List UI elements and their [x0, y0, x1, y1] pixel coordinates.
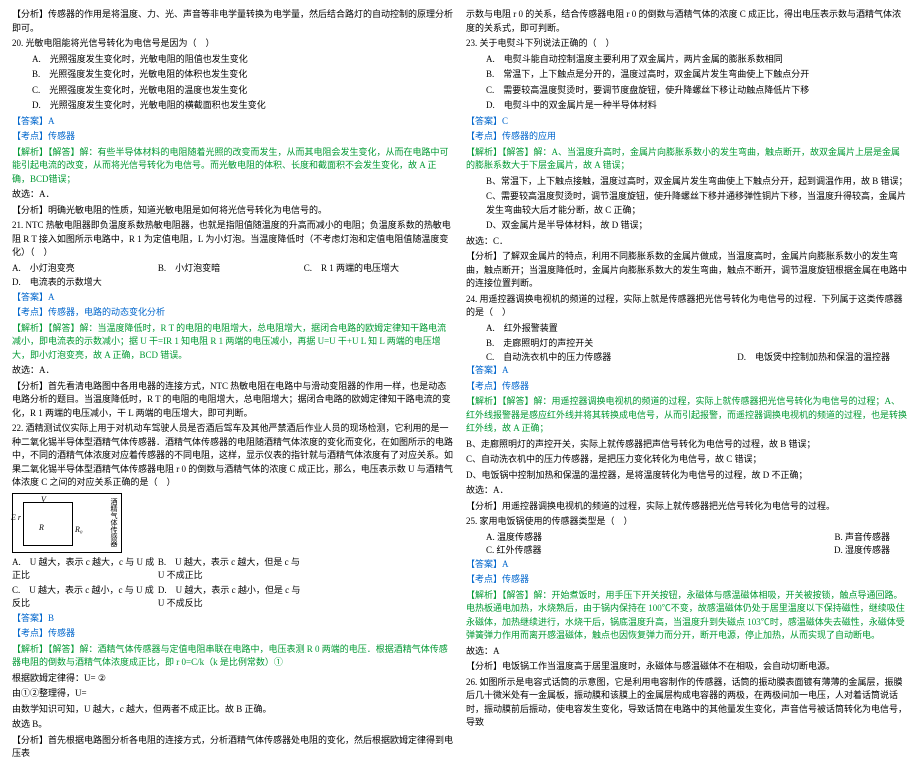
- q23-d: D、双金属片是半导体材料，故 D 错误；: [466, 219, 908, 233]
- q21-option-b: B. 小灯泡变暗: [158, 262, 304, 276]
- q23-option-a: A. 电熨斗能自动控制温度主要利用了双金属片，两片金属的膨胀系数相同: [466, 53, 908, 67]
- q24-row2: C. 自动洗衣机中的压力传感器 D. 电饭煲中控制加热和保温的温控器: [466, 351, 908, 365]
- q22-pick: 故选 B。: [12, 718, 454, 732]
- q24-summary: 【分析】用遥控器调换电视机的频道的过程，实际上就传感器把光信号转化为电信号的过程…: [466, 500, 908, 514]
- q24-option-c: C. 自动洗衣机中的压力传感器: [486, 351, 719, 365]
- q22-math: 由数学知识可知，U 越大，c 越大，但两者不成正比。故 B 正确。: [12, 703, 454, 717]
- q22-option-b: B. U 越大，表示 c 越大，但是 c 与 U 不成正比: [158, 556, 304, 583]
- q24-option-b: B. 走廊照明灯的声控开关: [486, 337, 593, 351]
- q22-stem: 22. 酒精测试仪实际上用于对机动车驾驶人员是否酒后驾车及其他严禁酒后作业人员的…: [12, 422, 454, 490]
- q24-explain: 【解析】【解答】解：用遥控器调换电视机的频道的过程，实际上就传感器把光信号转化为…: [466, 395, 908, 436]
- q21-summary: 【分析】首先看清电路图中各用电器的连接方式，NTC 热敏电阻在电路中与滑动变阻器…: [12, 380, 454, 421]
- q20-explain: 【解析】【解答】解：有些半导体材料的电阻随着光照的改变而发生，从而其电阻会发生变…: [12, 146, 454, 187]
- q20-summary: 【分析】明确光敏电阻的性质，知道光敏电阻是如何将光信号转化为电信号的。: [12, 204, 454, 218]
- q24-row: B. 走廊照明灯的声控开关: [466, 337, 908, 351]
- q20-kaodian: 【考点】传感器: [12, 130, 454, 144]
- q23-option-c: C. 需要较高温度熨烫时，要调节度盘旋钮，使升降螺丝下移让动触点降低片下移: [466, 84, 908, 98]
- q23-stem: 23. 关于电熨斗下列说法正确的（ ）: [466, 37, 908, 51]
- q23-b: B、常温下，上下触点接触，温度过高时，双金属片发生弯曲使上下触点分开，起到调温作…: [466, 175, 908, 189]
- q22-option-a: A. U 越大，表示 c 越大，c 与 U 成正比: [12, 556, 158, 583]
- q22-answer: 【答案】B: [12, 612, 454, 626]
- q24-kaodian: 【考点】传感器: [466, 380, 908, 394]
- q20-option-b: B. 光照强度发生变化时，光敏电阻的体积也发生变化: [12, 68, 454, 82]
- q24-stem: 24. 用遥控器调换电视机的频道的过程，实际上就是传感器把光信号转化为电信号的过…: [466, 293, 908, 320]
- q25-explain: 【解析】【解答】解：开始煮饭时，用手压下开关按钮，永磁体与感温磁体相吸，开关被按…: [466, 589, 908, 643]
- q25-summary: 【分析】电饭锅工作当温度高于居里温度时，永磁体与感温磁体不在相吸，会自动切断电源…: [466, 660, 908, 674]
- q22-sub: 由①②整理得，U=: [12, 687, 454, 701]
- q24-c: C、自动洗衣机中的压力传感器，是把压力变化转化为电信号，故 C 错误；: [466, 453, 908, 467]
- q21-answer: 【答案】A: [12, 291, 454, 305]
- q24-b: B、走廊照明灯的声控开关，实际上就传感器把声信号转化为电信号的过程，故 B 错误…: [466, 438, 908, 452]
- q20-pick: 故选：A．: [12, 188, 454, 202]
- q23-option-d: D. 电熨斗中的双金属片是一种半导体材料: [466, 99, 908, 113]
- q22-summary: 【分析】首先根据电路图分析各电阻的连接方式，分析酒精气体传感器处电阻的变化，然后…: [12, 734, 454, 761]
- q20-stem: 20. 光敏电阻能将光信号转化为电信号是因为（ ）: [12, 37, 454, 51]
- q22-option-d: D. U 越大，表示 c 越小，但是 c 与 U 不成反比: [158, 584, 304, 611]
- q25-row2: C. 红外传感器 D. 湿度传感器: [466, 544, 908, 558]
- q21-option-d: D. 电流表的示数增大: [12, 276, 158, 290]
- q22-options2: C. U 越大，表示 c 越小，c 与 U 成反比 D. U 越大，表示 c 越…: [12, 584, 454, 612]
- q25-stem: 25. 家用电饭锅使用的传感器类型是（ ）: [466, 515, 908, 529]
- q21-kaodian: 【考点】传感器，电路的动态变化分析: [12, 306, 454, 320]
- q20-option-c: C. 光照强度发生变化时，光敏电阻的温度也发生变化: [12, 84, 454, 98]
- q25-row1: A. 温度传感器 B. 声音传感器: [466, 531, 908, 545]
- q20-option-d: D. 光照强度发生变化时，光敏电阻的横截面积也发生变化: [12, 99, 454, 113]
- q23-kaodian: 【考点】传感器的应用: [466, 130, 908, 144]
- q24-answer: 【答案】A: [466, 364, 908, 378]
- q22-options: A. U 越大，表示 c 越大，c 与 U 成正比 B. U 越大，表示 c 越…: [12, 556, 454, 584]
- analysis-intro: 【分析】传感器的作用是将温度、力、光、声音等非电学量转换为电学量，然后结合路灯的…: [12, 8, 454, 35]
- q21-explain: 【解析】【解答】解：当温度降低时，R T 的电阻的电阻增大，总电阻增大，据闭合电…: [12, 322, 454, 363]
- q20-option-a: A. 光照强度发生变化时，光敏电阻的阻值也发生变化: [12, 53, 454, 67]
- q25-option-b: B. 声音传感器: [834, 531, 890, 545]
- q26-stem: 26. 如图所示是电容式话筒的示意图，它是利用电容制作的传感器，话筒的振动膜表面…: [466, 676, 908, 730]
- right-column: 示数与电阻 r 0 的关系，结合传感器电阻 r 0 的倒数与酒精气体的浓度 C …: [460, 0, 920, 651]
- q23-c: C、需要较高温度熨烫时，调节温度旋钮，使升降螺丝下移并通移弹性铜片下移，当温度升…: [466, 190, 908, 217]
- diagram-r-label: R: [39, 522, 44, 534]
- q24-pick: 故选：A．: [466, 484, 908, 498]
- q21-option-c: C. R 1 两端的电压增大: [304, 262, 450, 276]
- diagram-note: 酒精气体传感器: [109, 498, 120, 547]
- q22-circuit-diagram: V E r R R₀ 酒精气体传感器: [12, 493, 122, 553]
- q20-answer: 【答案】A: [12, 115, 454, 129]
- diagram-r0-label: R₀: [75, 524, 83, 536]
- q25-answer: 【答案】A: [466, 558, 908, 572]
- q22-ohm: 根据欧姆定律得：U= ②: [12, 672, 454, 686]
- q22-option-c: C. U 越大，表示 c 越小，c 与 U 成反比: [12, 584, 158, 611]
- left-column: 【分析】传感器的作用是将温度、力、光、声音等非电学量转换为电学量，然后结合路灯的…: [0, 0, 460, 651]
- q22-kaodian: 【考点】传感器: [12, 627, 454, 641]
- diagram-e-label: E r: [11, 512, 21, 524]
- q23-summary: 【分析】了解双金属片的特点，利用不同膨胀系数的金属片做成，当温度高时，金属片向膨…: [466, 250, 908, 291]
- q25-option-d: D. 湿度传感器: [834, 544, 890, 558]
- q21-option-a: A. 小灯泡变亮: [12, 262, 158, 276]
- q25-kaodian: 【考点】传感器: [466, 573, 908, 587]
- q24-option-d: D. 电饭煲中控制加热和保温的温控器: [737, 351, 890, 365]
- q23-option-b: B. 常温下，上下触点是分开的，温度过高时，双金属片发生弯曲使上下触点分开: [466, 68, 908, 82]
- q25-option-a: A. 温度传感器: [486, 531, 816, 545]
- q21-options: A. 小灯泡变亮 B. 小灯泡变暗 C. R 1 两端的电压增大 D. 电流表的…: [12, 262, 454, 291]
- q23-pick: 故选：C．: [466, 235, 908, 249]
- q21-stem: 21. NTC 热敏电阻器即负温度系数热敏电阻器，也就是指阻值随温度的升高而减小…: [12, 219, 454, 260]
- diagram-v-label: V: [41, 494, 46, 506]
- q21-pick: 故选：A．: [12, 364, 454, 378]
- q23-answer: 【答案】C: [466, 115, 908, 129]
- q23-explain: 【解析】【解答】解：A、当温度升高时，金属片向膨胀系数小的发生弯曲，触点断开，故…: [466, 146, 908, 173]
- q24-option-a: A. 红外报警装置: [466, 322, 908, 336]
- q22-cont: 示数与电阻 r 0 的关系，结合传感器电阻 r 0 的倒数与酒精气体的浓度 C …: [466, 8, 908, 35]
- q22-explain: 【解析】【解答】解：酒精气体传感器与定值电阻串联在电路中，电压表测 R 0 两端…: [12, 643, 454, 670]
- q24-d: D、电饭锅中控制加热和保温的温控器，是将温度转化为电信号的过程，故 D 不正确；: [466, 469, 908, 483]
- q25-pick: 故选：A: [466, 645, 908, 659]
- q25-option-c: C. 红外传感器: [486, 544, 816, 558]
